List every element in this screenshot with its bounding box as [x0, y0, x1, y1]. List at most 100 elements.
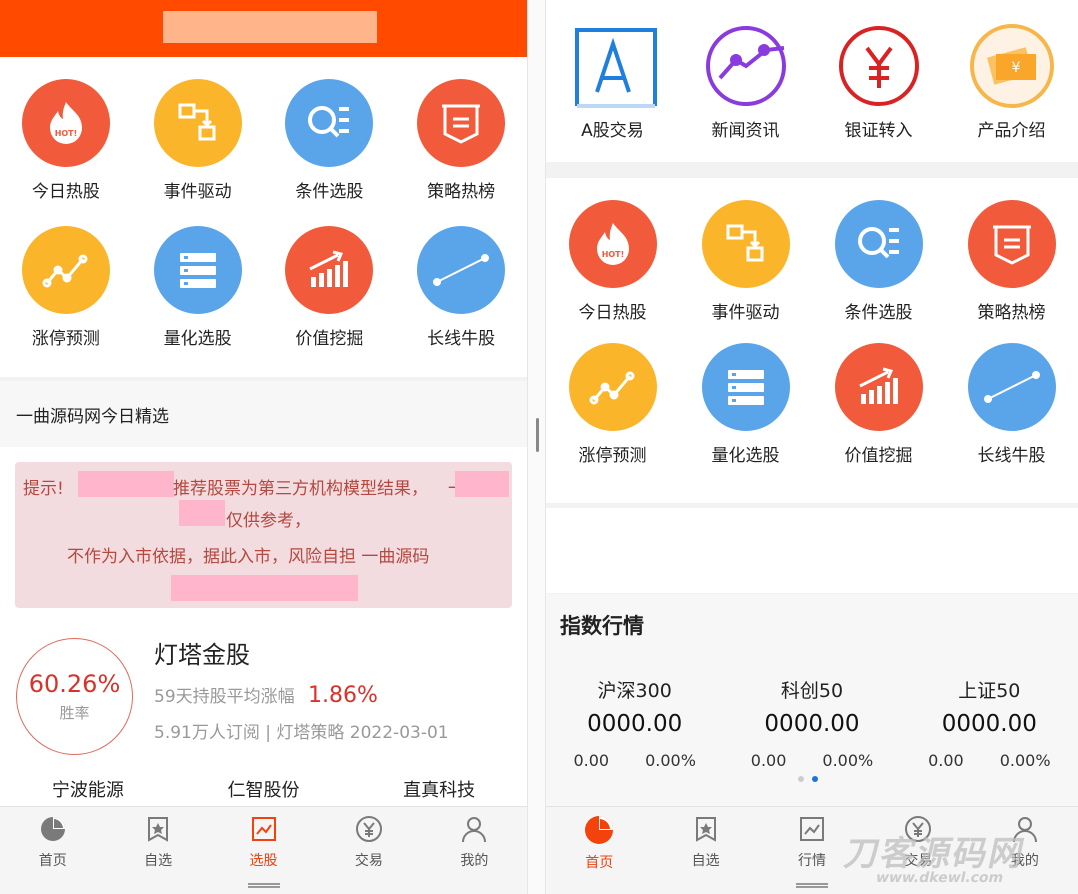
grid-item-4[interactable]: 策略热榜	[395, 79, 527, 202]
news-graph-icon	[702, 22, 790, 110]
index-value: 0000.00	[587, 711, 683, 737]
user-icon	[460, 815, 488, 847]
tab-4[interactable]: 交易	[316, 807, 421, 894]
hot-badge-text: HOT!	[55, 129, 78, 138]
carousel-dots[interactable]	[798, 776, 818, 782]
grid-item-label: 长线牛股	[427, 329, 496, 349]
bookmark-star-icon	[144, 815, 172, 847]
win-rate-value: 60.26%	[28, 670, 121, 698]
grid-item-label: 条件选股	[295, 182, 364, 202]
bookmark-star-icon	[692, 815, 720, 847]
index-change: 0.00	[750, 751, 787, 770]
quick-entry-2[interactable]: 新闻资讯	[679, 22, 812, 141]
grid-item-1[interactable]: HOT! 今日热股	[546, 200, 679, 323]
quick-entry-label: A股交易	[581, 121, 644, 141]
split-divider[interactable]	[527, 0, 546, 894]
quick-entry-4[interactable]: ¥ 产品介绍	[945, 22, 1078, 141]
tab-3[interactable]: 选股	[211, 807, 316, 894]
pie-chart-icon	[584, 815, 614, 849]
feature-grid: HOT! 今日热股 事件驱动 条件选股 策略热榜 涨停预测 量化选股 价值挖掘 …	[546, 178, 1078, 503]
grid-item-label: 条件选股	[844, 303, 913, 323]
pick-stock-1[interactable]: 宁波能源	[52, 776, 124, 802]
tab-label: 选股	[249, 853, 278, 869]
grid-item-label: 策略热榜	[427, 182, 496, 202]
quick-entry-bar: A股交易 新闻资讯 银证转入 ¥ 产品介绍	[546, 0, 1078, 162]
trend-line-icon	[568, 343, 657, 431]
dot[interactable]	[798, 776, 804, 782]
grid-item-5[interactable]: 涨停预测	[546, 343, 679, 466]
strategy-card[interactable]: 60.26% 胜率 灯塔金股 59天持股平均涨幅 1.86% 5.91万人订阅 …	[0, 608, 527, 801]
grid-item-6[interactable]: 量化选股	[679, 343, 812, 466]
line-chart-icon	[250, 815, 278, 847]
grid-item-label: 事件驱动	[163, 182, 232, 202]
grid-item-6[interactable]: 量化选股	[132, 226, 264, 349]
grid-item-4[interactable]: 策略热榜	[945, 200, 1078, 323]
index-market-section: 指数行情 沪深300 0000.00 0.00 0.00% 科创50 0000.…	[546, 594, 1078, 815]
watermark: 刀客源码网	[841, 834, 1030, 874]
divider-handle[interactable]	[536, 418, 539, 452]
tab-label: 行情	[798, 853, 827, 869]
index-pct: 0.00%	[822, 751, 874, 770]
tip-line1: 推荐股票为第三方机构模型结果，	[173, 479, 428, 499]
index-value: 0000.00	[764, 711, 860, 737]
top-header-bar	[0, 0, 527, 57]
grid-item-3[interactable]: 条件选股	[812, 200, 945, 323]
redacted-title	[163, 11, 377, 43]
dot-active[interactable]	[812, 776, 818, 782]
pick-stock-2[interactable]: 仁智股份	[227, 776, 299, 802]
quick-entry-label: 新闻资讯	[711, 121, 780, 141]
pie-chart-icon	[39, 815, 67, 847]
grid-item-8[interactable]: 长线牛股	[395, 226, 527, 349]
quick-entry-1[interactable]: A股交易	[546, 22, 679, 141]
grid-item-5[interactable]: 涨停预测	[0, 226, 132, 349]
index-value: 0000.00	[941, 711, 1037, 737]
avg-gain-value: 1.86%	[308, 683, 378, 708]
tab-label: 自选	[144, 853, 173, 869]
section-title: 一曲源码网今日精选	[0, 381, 527, 447]
grid-item-label: 价值挖掘	[295, 329, 364, 349]
grid-item-8[interactable]: 长线牛股	[945, 343, 1078, 466]
index-card[interactable]: 上证50 0000.00 0.00 0.00%	[901, 676, 1078, 770]
tab-5[interactable]: 我的	[422, 807, 527, 894]
quick-entry-label: 银证转入	[844, 121, 913, 141]
hot-fire-icon: HOT!	[21, 79, 110, 167]
index-card[interactable]: 科创50 0000.00 0.00 0.00%	[723, 676, 900, 770]
grid-item-label: 今日热股	[578, 303, 647, 323]
index-change: 0.00	[573, 751, 610, 770]
svg-text:¥: ¥	[1011, 60, 1020, 76]
tab-1[interactable]: 首页	[0, 807, 105, 894]
diagonal-line-icon	[417, 226, 506, 314]
tab-2[interactable]: 自选	[105, 807, 210, 894]
tip-line3: 不作为入市依据，据此入市，风险自担 一曲源码	[67, 547, 430, 567]
redacted-text	[171, 575, 358, 601]
grid-item-label: 价值挖掘	[844, 446, 913, 466]
pick-stock-3[interactable]: 直真科技	[403, 776, 475, 802]
tab-1[interactable]: 首页	[546, 807, 652, 894]
ribbon-badge-icon	[967, 200, 1056, 288]
tab-label: 交易	[354, 853, 383, 869]
diagonal-line-icon	[967, 343, 1056, 431]
grid-item-label: 涨停预测	[578, 446, 647, 466]
win-rate-label: 胜率	[59, 704, 90, 722]
grid-item-7[interactable]: 价值挖掘	[812, 343, 945, 466]
product-ticket-icon: ¥	[968, 22, 1056, 110]
index-card[interactable]: 沪深300 0000.00 0.00 0.00%	[546, 676, 723, 770]
tip-prefix: 提示!	[23, 479, 64, 499]
grid-item-7[interactable]: 价值挖掘	[264, 226, 396, 349]
bottom-tab-bar: 首页 自选 选股 交易 我的	[0, 806, 527, 894]
a-share-icon	[569, 22, 657, 110]
tab-2[interactable]: 自选	[652, 807, 758, 894]
home-indicator	[796, 883, 828, 888]
tab-label: 我的	[460, 853, 489, 869]
grid-item-1[interactable]: HOT! 今日热股	[0, 79, 132, 202]
hot-fire-icon: HOT!	[568, 200, 657, 288]
grid-item-label: 策略热榜	[977, 303, 1046, 323]
index-pct: 0.00%	[645, 751, 696, 770]
grid-item-2[interactable]: 事件驱动	[679, 200, 812, 323]
quick-entry-3[interactable]: 银证转入	[812, 22, 945, 141]
index-change: 0.00	[928, 751, 964, 770]
grid-item-2[interactable]: 事件驱动	[132, 79, 264, 202]
win-rate-ring: 60.26% 胜率	[16, 638, 133, 755]
tab-label: 首页	[38, 853, 67, 869]
grid-item-3[interactable]: 条件选股	[264, 79, 396, 202]
